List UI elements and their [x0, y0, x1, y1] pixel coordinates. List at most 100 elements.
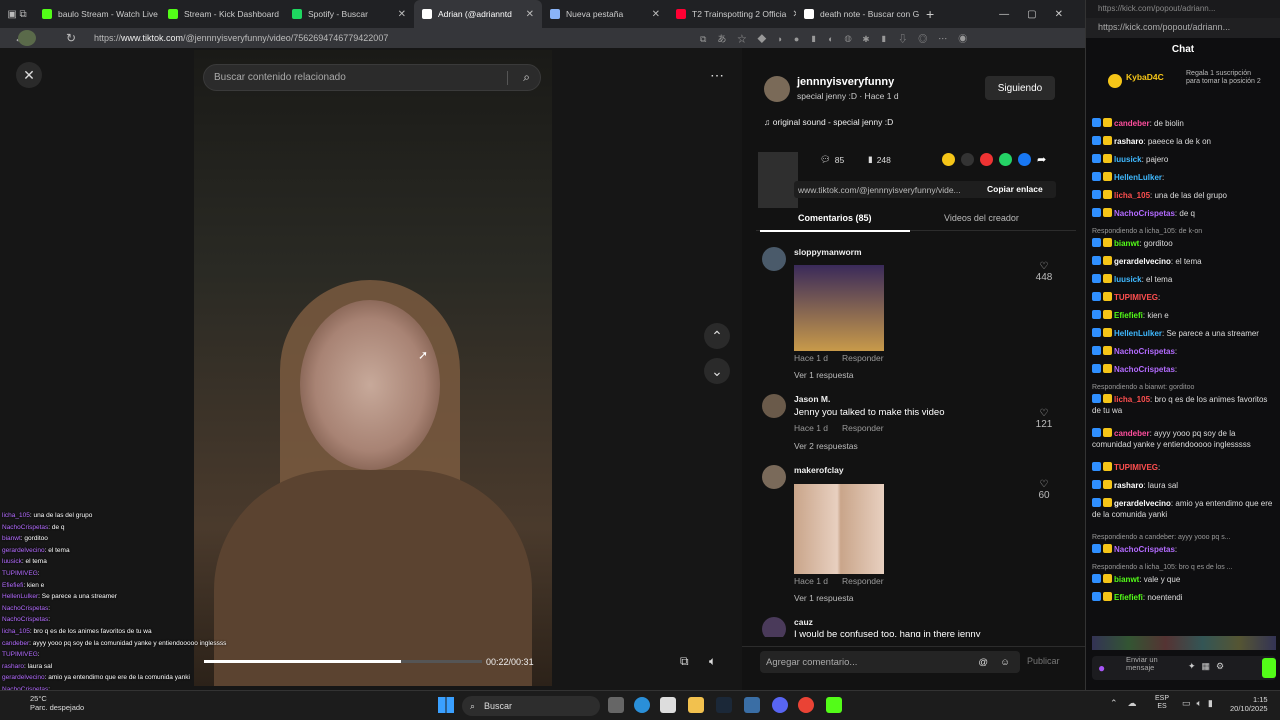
store-icon[interactable] [660, 697, 676, 713]
close-tab-icon[interactable]: ✕ [526, 9, 534, 20]
taskbar-search[interactable]: ⌕ Buscar [462, 696, 600, 716]
chat-username[interactable]: TUPIMIVEG [1114, 293, 1158, 302]
avatar[interactable] [762, 394, 786, 418]
chat-username[interactable]: gerardelvecino [1114, 257, 1171, 266]
share-icon[interactable]: ➦ [1037, 153, 1046, 166]
browser-tab[interactable]: Nueva pestaña ✕ [542, 0, 668, 28]
chat-addressbar[interactable]: https://kick.com/popout/adriann... [1086, 18, 1280, 38]
chat-username[interactable]: candeber [1114, 119, 1150, 128]
input-language[interactable]: ESP ES [1155, 695, 1169, 711]
edge-icon[interactable] [634, 697, 650, 713]
previous-video-button[interactable]: ⌃ [704, 323, 730, 349]
chat-username[interactable]: luusick [1114, 275, 1142, 284]
chat-username[interactable]: NachoCrispetas [1114, 347, 1175, 356]
chat-username[interactable]: candeber [1114, 429, 1150, 438]
follow-button[interactable]: Siguiendo [985, 76, 1055, 100]
avatar[interactable] [762, 247, 786, 271]
like-comment[interactable]: ♡ 121 [1030, 408, 1058, 430]
steam-icon[interactable] [716, 697, 732, 713]
view-replies[interactable]: Ver 1 respuesta [794, 593, 854, 603]
whatsapp-icon[interactable] [999, 153, 1012, 166]
facebook-icon[interactable] [1018, 153, 1031, 166]
reply-button[interactable]: Responder [842, 576, 884, 586]
chat-username[interactable]: bianwt [1114, 239, 1139, 248]
chat-input[interactable]: ● Enviar un mensaje ✦▦⚙ [1092, 656, 1276, 680]
browser-tab[interactable]: Adrian (@adrianntd ✕ [414, 0, 542, 28]
comment-user[interactable]: makerofclay [794, 465, 844, 475]
close-icon[interactable]: ✕ [16, 62, 42, 88]
reply-button[interactable]: Responder [842, 353, 884, 363]
reply-button[interactable]: Responder [842, 423, 884, 433]
chat-username[interactable]: gerardelvecino [1114, 499, 1171, 508]
chat-username[interactable]: HellenLulker [1114, 329, 1162, 338]
picture-in-picture-icon[interactable]: ⧉ [680, 654, 689, 669]
extensions-icons[interactable]: ⧉あ☆◆◗●▮◐◍✱▮⇩◎⋯◉ [700, 32, 978, 45]
view-replies[interactable]: Ver 2 respuestas [794, 441, 858, 451]
comment-stat[interactable]: 💬︎ 85 [820, 154, 844, 165]
emote-bar[interactable] [1092, 636, 1276, 650]
author-avatar[interactable] [764, 76, 790, 102]
publish-button[interactable]: Publicar [1027, 656, 1060, 666]
search-input[interactable]: Buscar contenido relacionado ⌕ [203, 64, 541, 91]
start-button[interactable] [438, 697, 454, 713]
browser-tab[interactable]: baulo Stream - Watch Live✕ [34, 0, 160, 28]
app-icon[interactable] [744, 697, 760, 713]
volume-icon[interactable]: 🔈︎ [709, 654, 716, 669]
browser-menu-icon[interactable]: ▣ ⧉ [0, 9, 34, 20]
like-comment[interactable]: ♡ 60 [1030, 479, 1058, 501]
chat-username[interactable]: licha_105 [1114, 191, 1150, 200]
avatar[interactable] [18, 30, 36, 46]
reload-icon[interactable]: ↻ [66, 31, 76, 45]
author-handle[interactable]: jennnyisveryfunny [797, 76, 894, 88]
chat-username[interactable]: Efiefiefi [1114, 593, 1143, 602]
avatar[interactable] [762, 465, 786, 489]
browser-tab[interactable]: Spotify - Buscar ✕ [284, 0, 414, 28]
tab-creator-videos[interactable]: Videos del creador [944, 213, 1019, 223]
new-tab-button[interactable]: + [926, 6, 934, 22]
chrome-icon[interactable] [798, 697, 814, 713]
url-field[interactable]: https://www.tiktok.com/@jennnyisveryfunn… [94, 33, 388, 43]
share-icons[interactable]: ➦ [942, 153, 1046, 166]
explorer-icon[interactable] [688, 697, 704, 713]
emoji-icon[interactable]: ☺ [1000, 657, 1010, 668]
mention-icon[interactable]: @ [978, 657, 988, 668]
like-comment[interactable]: ♡ 448 [1030, 261, 1058, 283]
browser-tab[interactable]: T2 Trainspotting 2 Officia✕ [668, 0, 796, 28]
system-icons[interactable]: ▭🔈︎▮ [1182, 698, 1219, 709]
chat-username[interactable]: licha_105 [1114, 395, 1150, 404]
chat-toolbar-icons[interactable]: ✦▦⚙ [1188, 661, 1230, 672]
browser-tab[interactable]: death note - Buscar con G✕ [796, 0, 920, 28]
embed-icon[interactable] [961, 153, 974, 166]
tray-icons[interactable]: ⌃☁ [1110, 698, 1147, 709]
discord-icon[interactable] [772, 697, 788, 713]
kick-icon[interactable] [826, 697, 842, 713]
comment-user[interactable]: sloppymanworm [794, 247, 862, 257]
chat-username[interactable]: NachoCrispetas [1114, 365, 1175, 374]
chat-username[interactable]: rasharo [1114, 137, 1143, 146]
window-controls[interactable]: —▢✕ [999, 9, 1085, 20]
tab-comments[interactable]: Comentarios (85) [798, 213, 872, 223]
copy-link-button[interactable]: Copiar enlace [987, 184, 1043, 194]
chat-username[interactable]: bianwt [1114, 575, 1139, 584]
coin-icon[interactable] [942, 153, 955, 166]
comment-input[interactable]: Agregar comentario... @ ☺ [760, 651, 1020, 673]
comment-user[interactable]: cauz [794, 617, 813, 627]
chat-username[interactable]: NachoCrispetas [1114, 209, 1175, 218]
send-button[interactable] [1262, 658, 1276, 678]
next-video-button[interactable]: ⌄ [704, 358, 730, 384]
close-tab-icon[interactable]: ✕ [398, 9, 406, 20]
mic-icon[interactable]: ● [1098, 661, 1105, 675]
chat-username[interactable]: rasharo [1114, 481, 1143, 490]
sound-link[interactable]: ♫ original sound - special jenny :D [764, 117, 893, 127]
weather-widget[interactable]: 25°C Parc. despejado [30, 694, 84, 712]
save-stat[interactable]: ▮ 248 [868, 154, 891, 165]
chat-username[interactable]: luusick [1114, 155, 1142, 164]
more-options-icon[interactable]: ⋯ [704, 62, 730, 88]
chat-username[interactable]: NachoCrispetas [1114, 545, 1175, 554]
browser-tab[interactable]: Stream - Kick Dashboard✕ [160, 0, 284, 28]
video-progress-bar[interactable] [204, 660, 482, 663]
gift-banner[interactable]: KybaD4C Regala 1 suscripción para tomar … [1104, 70, 1264, 98]
chat-username[interactable]: HellenLulker [1114, 173, 1162, 182]
view-replies[interactable]: Ver 1 respuesta [794, 370, 854, 380]
search-icon[interactable]: ⌕ [523, 70, 530, 85]
